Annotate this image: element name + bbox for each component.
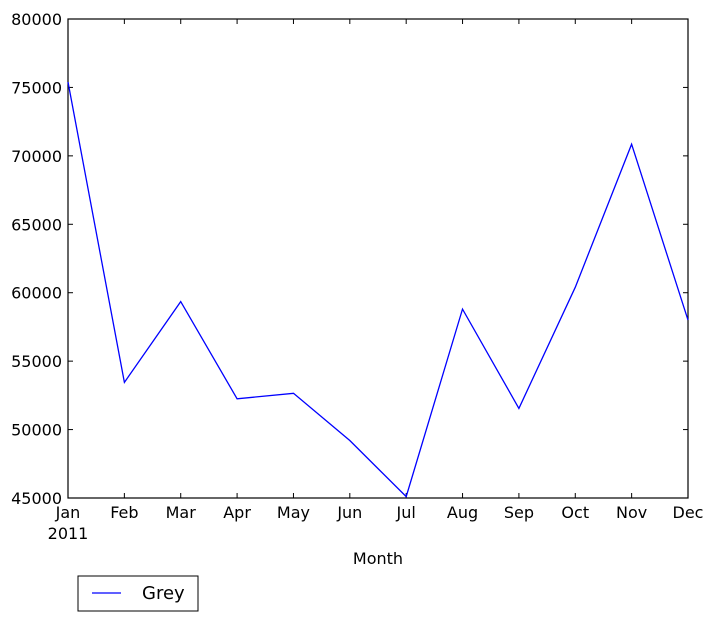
- x-tick-label: Apr: [223, 503, 251, 522]
- x-tick-label: Oct: [561, 503, 589, 522]
- y-tick-label: 80000: [11, 10, 62, 29]
- y-tick-label: 50000: [11, 421, 62, 440]
- legend-label-grey: Grey: [142, 583, 185, 604]
- x-year-label: 2011: [48, 524, 89, 543]
- x-tick-label: Jan: [55, 503, 81, 522]
- x-tick-label: Sep: [504, 503, 534, 522]
- y-tick-label: 55000: [11, 352, 62, 371]
- y-tick-label: 75000: [11, 78, 62, 97]
- y-tick-label: 45000: [11, 489, 62, 508]
- plot-frame: [67, 18, 689, 499]
- x-tick-label: May: [277, 503, 310, 522]
- x-tick-label: Feb: [110, 503, 138, 522]
- x-tick-label: Aug: [447, 503, 478, 522]
- x-tick-label: Dec: [673, 503, 704, 522]
- x-axis-title: Month: [353, 549, 403, 568]
- x-tick-label: Jun: [336, 503, 362, 522]
- y-tick-label: 60000: [11, 284, 62, 303]
- line-chart: 45000 50000 55000 60000 65000 70000 75000 80000…: [11, 10, 703, 612]
- x-tick-label: Jul: [396, 503, 416, 522]
- plot-area: 45000 50000 55000 60000 65000 70000 75000 80000…: [11, 10, 703, 522]
- y-tick-label: 70000: [11, 147, 62, 166]
- x-tick-label: Nov: [616, 503, 647, 522]
- legend: Grey: [77, 575, 199, 612]
- y-tick-label: 65000: [11, 215, 62, 234]
- x-tick-label: Mar: [166, 503, 197, 522]
